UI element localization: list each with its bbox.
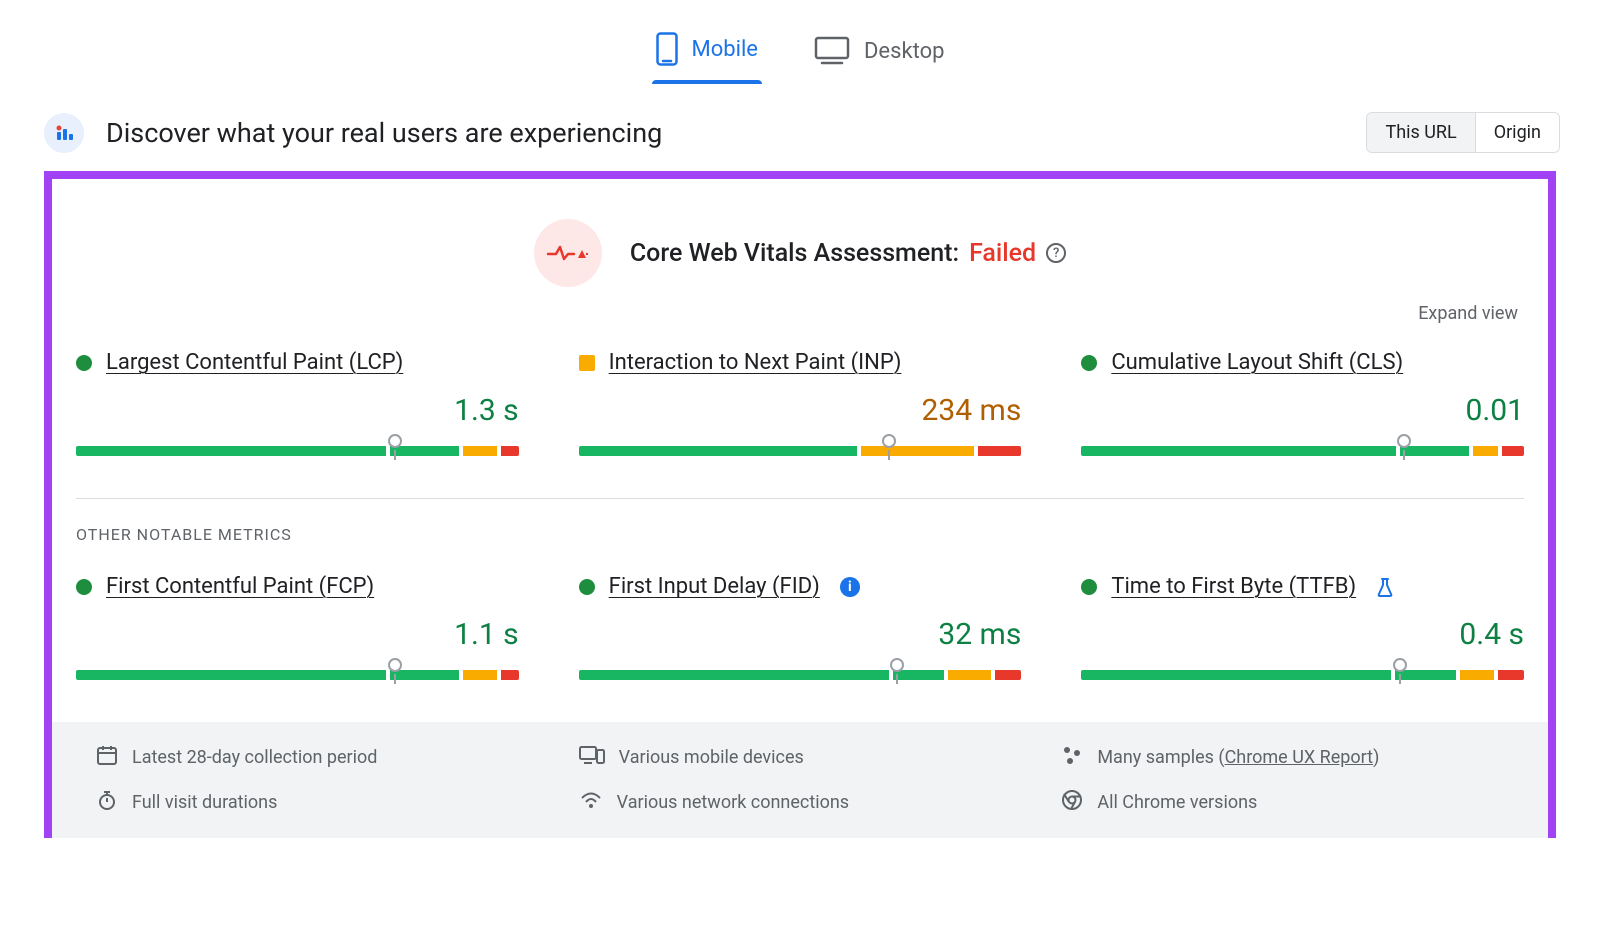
meta-versions-text: All Chrome versions	[1097, 792, 1257, 813]
metric-name-link[interactable]: Interaction to Next Paint (INP)	[609, 350, 902, 375]
meta-network: Various network connections	[579, 789, 1022, 816]
percentile-marker	[388, 434, 402, 448]
distribution-bar	[76, 434, 519, 462]
status-indicator	[76, 355, 92, 371]
meta-durations-text: Full visit durations	[132, 792, 277, 813]
chrome-icon	[1061, 789, 1083, 816]
metric-inp: Interaction to Next Paint (INP) 234 ms	[579, 350, 1022, 462]
metric-value: 0.01	[1081, 393, 1524, 428]
metric-name-link[interactable]: First Input Delay (FID)	[609, 574, 820, 599]
metric-name-link[interactable]: Time to First Byte (TTFB)	[1111, 574, 1356, 599]
meta-versions: All Chrome versions	[1061, 789, 1504, 816]
tab-mobile[interactable]: Mobile	[652, 22, 762, 84]
other-metrics-heading: OTHER NOTABLE METRICS	[76, 525, 1524, 544]
metric-name-link[interactable]: Cumulative Layout Shift (CLS)	[1111, 350, 1403, 375]
expand-view-link[interactable]: Expand view	[1418, 303, 1518, 324]
status-indicator	[579, 355, 595, 371]
status-indicator	[1081, 579, 1097, 595]
distribution-bar	[1081, 658, 1524, 686]
heading-row: Discover what your real users are experi…	[0, 84, 1600, 171]
percentile-marker	[1393, 658, 1407, 672]
assessment-status: Failed	[969, 239, 1036, 268]
meta-samples: Many samples (Chrome UX Report)	[1061, 744, 1504, 771]
flask-icon[interactable]	[1376, 577, 1394, 597]
metric-value: 1.1 s	[76, 617, 519, 652]
scope-origin[interactable]: Origin	[1475, 113, 1559, 152]
metric-name-link[interactable]: First Contentful Paint (FCP)	[106, 574, 374, 599]
core-metrics-grid: Largest Contentful Paint (LCP) 1.3 s Inter…	[76, 350, 1524, 462]
metric-value: 1.3 s	[76, 393, 519, 428]
tab-desktop[interactable]: Desktop	[810, 26, 949, 84]
distribution-bar	[579, 434, 1022, 462]
assessment-row: Core Web Vitals Assessment: Failed ?	[76, 219, 1524, 287]
scatter-icon	[1061, 744, 1083, 771]
stopwatch-icon	[96, 789, 118, 816]
percentile-marker	[890, 658, 904, 672]
device-tabs: Mobile Desktop	[0, 0, 1600, 84]
distribution-bar	[1081, 434, 1524, 462]
info-icon[interactable]: i	[840, 577, 860, 597]
crux-icon	[44, 113, 84, 153]
metric-value: 234 ms	[579, 393, 1022, 428]
devices-icon	[579, 745, 605, 770]
metric-fid: First Input Delay (FID) i 32 ms	[579, 574, 1022, 686]
distribution-bar	[76, 658, 519, 686]
network-icon	[579, 790, 603, 815]
assessment-label: Core Web Vitals Assessment:	[630, 239, 959, 268]
mobile-icon	[656, 32, 678, 66]
distribution-bar	[579, 658, 1022, 686]
scope-this-url[interactable]: This URL	[1367, 113, 1474, 152]
meta-period-text: Latest 28-day collection period	[132, 747, 377, 768]
status-indicator	[579, 579, 595, 595]
other-metrics-grid: First Contentful Paint (FCP) 1.1 s First I…	[76, 574, 1524, 686]
tab-mobile-label: Mobile	[692, 37, 758, 62]
assessment-help-icon[interactable]: ?	[1046, 243, 1066, 263]
divider	[76, 498, 1524, 499]
metadata-footer: Latest 28-day collection period Various …	[52, 722, 1548, 838]
crux-report-link[interactable]: Chrome UX Report	[1225, 747, 1373, 768]
tab-desktop-label: Desktop	[864, 39, 945, 64]
metric-cls: Cumulative Layout Shift (CLS) 0.01	[1081, 350, 1524, 462]
metric-name-link[interactable]: Largest Contentful Paint (LCP)	[106, 350, 403, 375]
percentile-marker	[1397, 434, 1411, 448]
meta-durations: Full visit durations	[96, 789, 539, 816]
metric-value: 0.4 s	[1081, 617, 1524, 652]
metric-lcp: Largest Contentful Paint (LCP) 1.3 s	[76, 350, 519, 462]
status-indicator	[1081, 355, 1097, 371]
field-data-panel: Core Web Vitals Assessment: Failed ? Exp…	[44, 171, 1556, 838]
meta-network-text: Various network connections	[617, 792, 849, 813]
metric-fcp: First Contentful Paint (FCP) 1.1 s	[76, 574, 519, 686]
percentile-marker	[882, 434, 896, 448]
status-indicator	[76, 579, 92, 595]
calendar-icon	[96, 744, 118, 771]
scope-toggle: This URL Origin	[1366, 112, 1560, 153]
desktop-icon	[814, 36, 850, 66]
metric-value: 32 ms	[579, 617, 1022, 652]
meta-samples-text: Many samples (Chrome UX Report)	[1097, 747, 1379, 768]
assessment-status-icon	[534, 219, 602, 287]
meta-devices-text: Various mobile devices	[619, 747, 804, 768]
page-title: Discover what your real users are experi…	[106, 117, 662, 149]
meta-devices: Various mobile devices	[579, 744, 1022, 771]
meta-collection-period: Latest 28-day collection period	[96, 744, 539, 771]
metric-ttfb: Time to First Byte (TTFB) 0.4 s	[1081, 574, 1524, 686]
percentile-marker	[388, 658, 402, 672]
